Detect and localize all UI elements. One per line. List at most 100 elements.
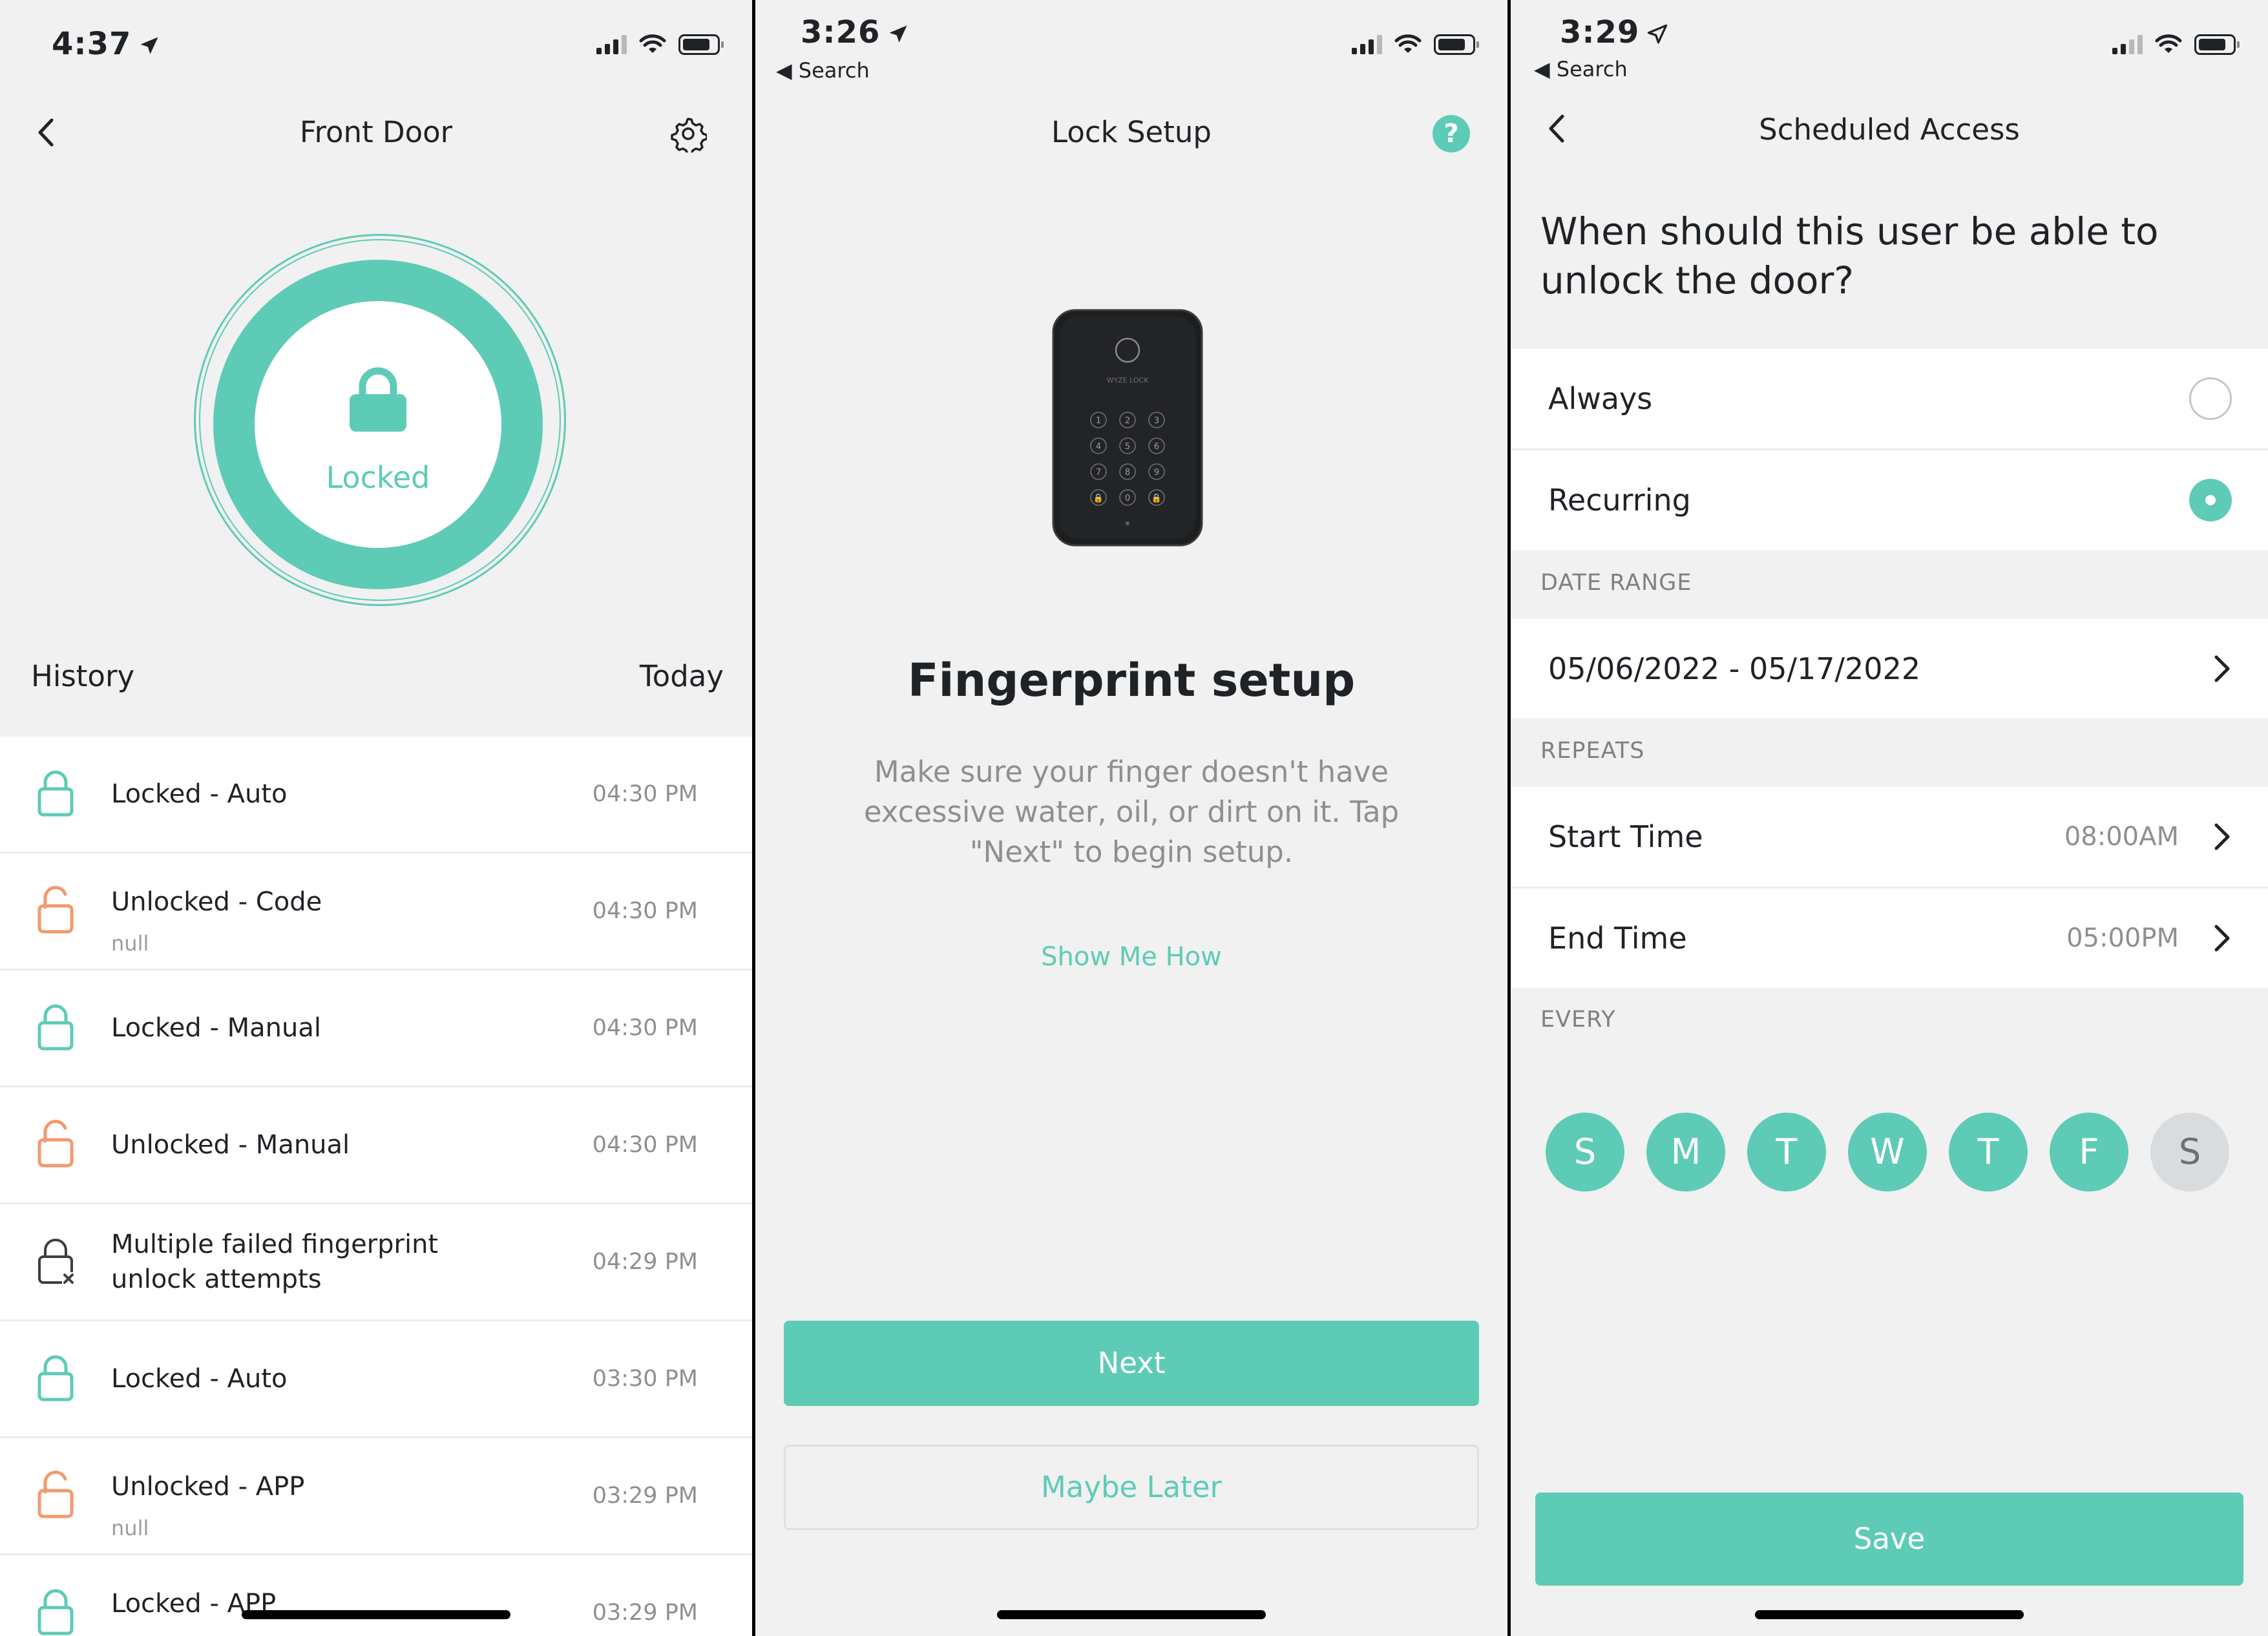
chevron-right-icon — [2214, 925, 2230, 952]
lock-closed-icon — [36, 1352, 75, 1403]
history-row[interactable]: Locked - Manual 04:30 PM — [0, 970, 752, 1087]
page-title: Lock Setup — [1051, 115, 1212, 149]
home-indicator[interactable] — [1755, 1610, 2024, 1619]
battery-icon — [2194, 34, 2240, 55]
start-time-label: Start Time — [1548, 819, 1703, 854]
option-always[interactable]: Always — [1511, 349, 2268, 450]
weekday-toggle[interactable]: S — [1546, 1113, 1624, 1191]
status-icons — [2112, 34, 2240, 56]
status-time: 3:29 — [1560, 14, 1669, 50]
front-door-screen: 4:37 Front Door Locked History Today Loc… — [0, 0, 752, 1636]
history-event-label: Locked - Manual — [111, 1013, 321, 1043]
keypad-key-label: 3 — [1154, 416, 1159, 426]
page-title: Front Door — [299, 115, 453, 149]
location-arrow-icon — [889, 25, 907, 43]
end-time-value: 05:00PM — [2066, 923, 2179, 953]
home-indicator[interactable] — [242, 1610, 510, 1619]
wifi-icon — [639, 34, 666, 53]
history-list: Locked - Auto 04:30 PM Unlocked - Code null… — [0, 737, 752, 1636]
every-caption: EVERY — [1540, 1007, 1616, 1033]
lock-closed-icon — [36, 1001, 75, 1053]
lock-state-label: Locked — [326, 460, 430, 495]
weekday-toggle[interactable]: W — [1848, 1113, 1927, 1191]
history-row[interactable]: Unlocked - Code null 04:30 PM — [0, 854, 752, 970]
lock-open-icon — [36, 1118, 75, 1169]
help-button[interactable]: ? — [1433, 115, 1470, 152]
status-time: 4:37 — [52, 26, 161, 62]
history-row[interactable]: Locked - Auto 04:30 PM — [0, 737, 752, 854]
keypad-key-label: 🔒 — [1093, 494, 1104, 503]
history-row[interactable]: Locked - Auto 03:30 PM — [0, 1321, 752, 1438]
history-row[interactable]: Multiple failed fingerprint unlock attem… — [0, 1204, 752, 1321]
back-to-search-link[interactable]: ◀ Search — [776, 58, 870, 83]
show-me-how-link[interactable]: Show Me How — [755, 942, 1507, 972]
wifi-icon — [2155, 34, 2182, 53]
keypad-key-label: 2 — [1125, 416, 1130, 426]
lock-setup-screen: 3:26 ◀ Search Lock Setup ? WYZE LOCK 1 2 3… — [755, 0, 1507, 1636]
status-icons — [1352, 34, 1479, 56]
date-range-row[interactable]: 05/06/2022 - 05/17/2022 — [1511, 619, 2268, 718]
history-event-time: 03:29 PM — [592, 1600, 698, 1626]
radio-unselected[interactable] — [2189, 377, 2232, 420]
history-event-detail: null — [111, 1516, 149, 1540]
start-time-row[interactable]: Start Time 08:00AM — [1511, 787, 2268, 888]
location-arrow-icon — [1648, 24, 1668, 44]
keypad-brand: WYZE LOCK — [1107, 376, 1150, 384]
history-event-label: Unlocked - Code — [111, 887, 322, 917]
history-event-label: Unlocked - APP — [111, 1472, 305, 1502]
weekday-toggle[interactable]: M — [1646, 1113, 1725, 1191]
lock-closed-icon — [36, 767, 75, 819]
weekday-toggle[interactable]: T — [1949, 1113, 2028, 1191]
history-row[interactable]: Unlocked - Manual 04:30 PM — [0, 1087, 752, 1204]
gear-icon[interactable] — [669, 115, 707, 152]
maybe-later-button[interactable]: Maybe Later — [784, 1445, 1479, 1530]
history-event-label: Locked - Auto — [111, 779, 288, 809]
history-event-label: Multiple failed fingerprint unlock attem… — [111, 1230, 439, 1294]
home-indicator[interactable] — [997, 1610, 1266, 1619]
battery-icon — [678, 34, 724, 55]
history-period[interactable]: Today — [640, 659, 724, 693]
history-event-label: Unlocked - Manual — [111, 1130, 350, 1160]
lock-closed-icon — [350, 367, 406, 432]
history-heading: History — [31, 659, 135, 693]
keypad-key-label: 7 — [1096, 468, 1101, 477]
nav-bar: Scheduled Access — [1511, 94, 2268, 165]
nav-bar: Front Door — [0, 97, 752, 168]
history-event-detail: null — [111, 1633, 149, 1636]
battery-icon — [1434, 34, 1479, 55]
start-time-value: 08:00AM — [2064, 822, 2179, 852]
radio-selected[interactable] — [2189, 479, 2232, 521]
history-event-time: 03:29 PM — [592, 1483, 698, 1509]
status-bar: 3:29 ◀ Search — [1511, 0, 2268, 81]
end-time-row[interactable]: End Time 05:00PM — [1511, 888, 2268, 988]
history-event-time: 04:30 PM — [592, 781, 698, 807]
option-recurring[interactable]: Recurring — [1511, 450, 2268, 550]
history-row[interactable]: Locked - APPnull03:29 PM — [0, 1555, 752, 1636]
scheduled-access-screen: 3:29 ◀ Search Scheduled Access When shou… — [1511, 0, 2268, 1636]
history-event-time: 03:30 PM — [592, 1366, 698, 1392]
keypad-key-label: 6 — [1154, 442, 1159, 452]
status-bar: 3:26 ◀ Search — [755, 0, 1507, 83]
access-question: When should this user be able to unlock … — [1540, 209, 2159, 302]
access-options: Always Recurring — [1511, 349, 2268, 550]
next-button[interactable]: Next — [784, 1321, 1479, 1406]
weekday-toggle[interactable]: S — [2150, 1113, 2229, 1191]
option-label: Recurring — [1548, 483, 1691, 518]
keypad-key-label: 9 — [1154, 468, 1159, 477]
history-event-time: 04:30 PM — [592, 1132, 698, 1158]
date-range-value: 05/06/2022 - 05/17/2022 — [1548, 651, 1921, 686]
fingerprint-instructions: Make sure your finger doesn't have exces… — [863, 755, 1400, 869]
keypad-key-label: 🔒 — [1151, 494, 1162, 503]
keypad-key-label: 4 — [1096, 442, 1101, 452]
history-row[interactable]: Unlocked - APP null 03:29 PM — [0, 1438, 752, 1555]
save-button[interactable]: Save — [1535, 1493, 2243, 1586]
nav-bar: Lock Setup ? — [755, 97, 1507, 168]
option-label: Always — [1548, 381, 1653, 416]
lock-open-icon — [36, 1469, 75, 1520]
back-to-search-link[interactable]: ◀ Search — [1534, 57, 1628, 81]
history-event-time: 04:30 PM — [592, 1015, 698, 1041]
lock-closed-icon — [36, 1586, 75, 1636]
status-bar: 4:37 — [0, 0, 752, 78]
weekday-toggle[interactable]: F — [2050, 1113, 2128, 1191]
weekday-toggle[interactable]: T — [1747, 1113, 1826, 1191]
